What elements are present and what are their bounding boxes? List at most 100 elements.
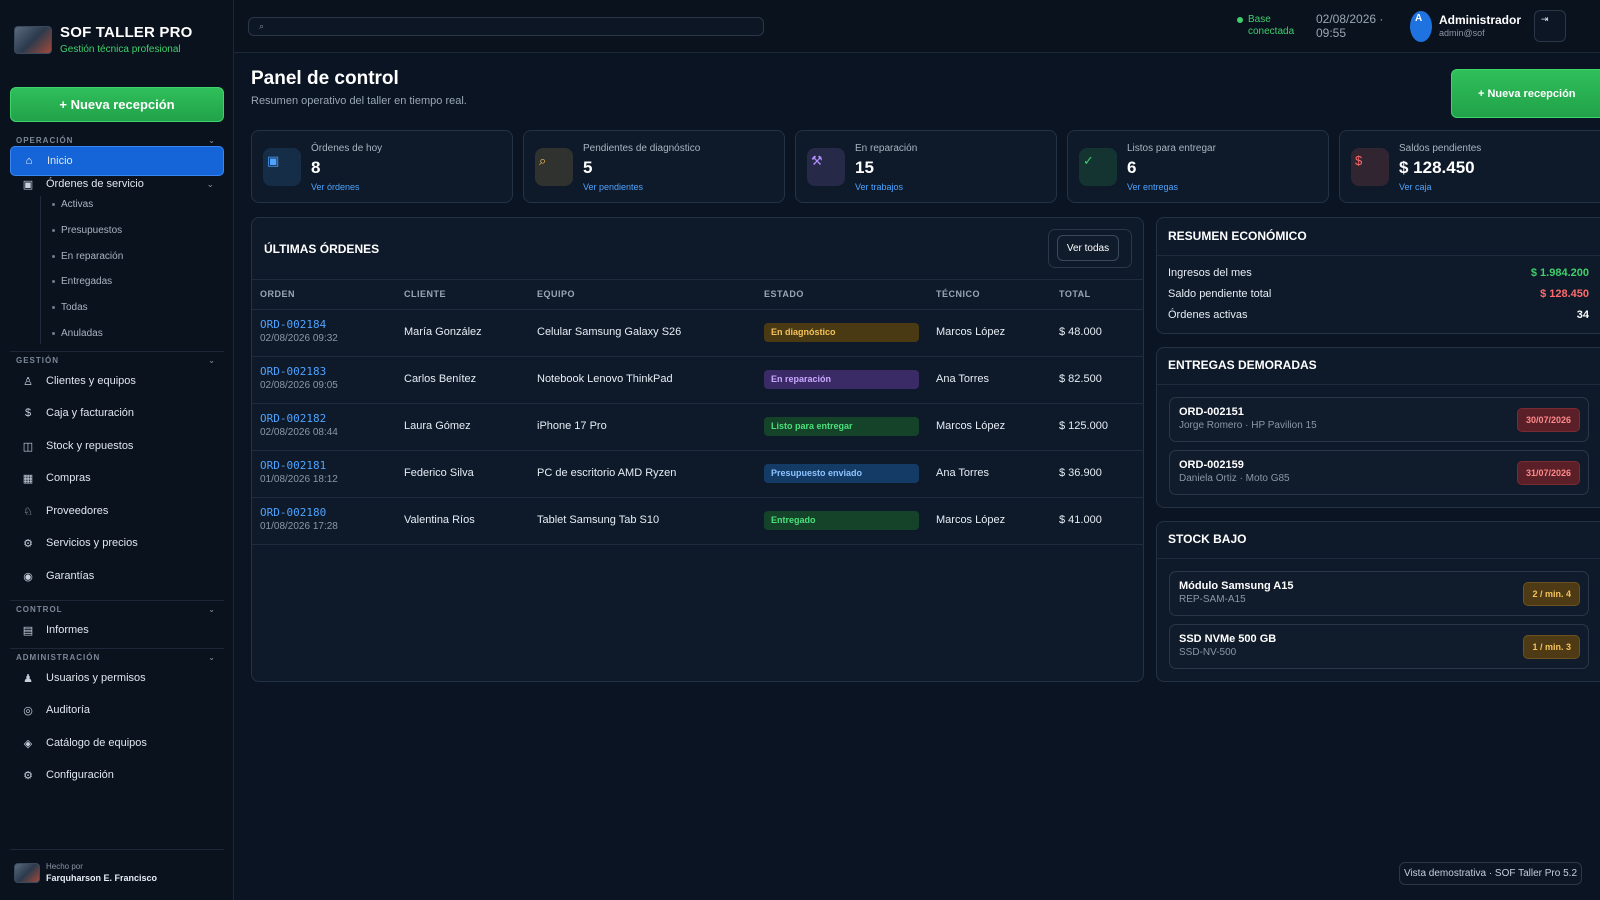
- sidebar-item-configuracion[interactable]: ⚙ Configuración: [10, 760, 224, 790]
- section-label: OPERACIÓN: [16, 136, 74, 145]
- device-cell: PC de escritorio AMD Ryzen: [537, 467, 677, 479]
- sidebar-item-compras[interactable]: ▦ Compras: [10, 463, 224, 493]
- delayed-date-badge: 30/07/2026: [1516, 408, 1580, 432]
- sidebar-item-servicios[interactable]: ⚙ Servicios y precios: [10, 528, 224, 558]
- shield-icon: ◉: [23, 570, 33, 583]
- order-cell[interactable]: ORD-002181 01/08/2026 18:12: [260, 459, 338, 485]
- section-control[interactable]: CONTROL ⌄: [16, 605, 216, 614]
- view-all-button[interactable]: Ver todas: [1057, 235, 1119, 261]
- kpi-label: Órdenes de hoy: [311, 143, 383, 154]
- sidebar-item-garantias[interactable]: ◉ Garantías: [10, 561, 224, 591]
- stock-qty-badge: 1 / min. 3: [1523, 635, 1580, 659]
- delayed-order-desc: Daniela Ortiz · Moto G85: [1179, 473, 1290, 484]
- delayed-date-badge: 31/07/2026: [1516, 461, 1580, 485]
- device-cell: Notebook Lenovo ThinkPad: [537, 373, 673, 385]
- sidebar-item-auditoria[interactable]: ◎ Auditoría: [10, 695, 224, 725]
- section-gestion[interactable]: GESTIÓN ⌄: [16, 356, 216, 365]
- divider: [1157, 558, 1600, 559]
- truck-icon: ♘: [23, 505, 33, 518]
- column-header[interactable]: TOTAL: [1059, 289, 1091, 299]
- order-id[interactable]: ORD-002180: [260, 506, 338, 519]
- kpi-link[interactable]: Ver caja: [1399, 182, 1432, 192]
- chart-icon: ▤: [22, 624, 34, 637]
- submenu-item-anuladas[interactable]: Anuladas: [52, 328, 103, 339]
- sidebar-item-clientes[interactable]: ♙ Clientes y equipos: [10, 366, 224, 396]
- column-header[interactable]: EQUIPO: [537, 289, 575, 299]
- economic-value: $ 1.984.200: [1530, 267, 1589, 279]
- submenu-item-en-reparacion[interactable]: En reparación: [52, 251, 123, 262]
- total-cell: $ 82.500: [1059, 373, 1102, 385]
- search-input[interactable]: ⌕: [248, 17, 764, 36]
- section-administracion[interactable]: ADMINISTRACIÓN ⌄: [16, 653, 216, 662]
- tech-cell: Ana Torres: [936, 467, 989, 479]
- column-header[interactable]: ESTADO: [764, 289, 804, 299]
- delayed-item[interactable]: ORD-002151 Jorge Romero · HP Pavilion 15…: [1169, 397, 1589, 442]
- low-stock-item[interactable]: SSD NVMe 500 GB SSD-NV-500 1 / min. 3: [1169, 624, 1589, 669]
- sidebar-item-usuarios[interactable]: ♟ Usuarios y permisos: [10, 663, 224, 693]
- kpi-value: $ 128.450: [1399, 158, 1475, 177]
- footer-author: Farquharson E. Francisco: [46, 873, 158, 883]
- db-status: Base conectada: [1237, 14, 1300, 38]
- kpi-link[interactable]: Ver entregas: [1127, 182, 1178, 192]
- kpi-card: ⚒ En reparación 15 Ver trabajos: [795, 130, 1057, 203]
- new-reception-button[interactable]: + Nueva recepción: [1451, 69, 1600, 118]
- economic-row: Órdenes activas 34: [1168, 309, 1589, 321]
- economic-row: Saldo pendiente total $ 128.450: [1168, 288, 1589, 300]
- divider: [1157, 255, 1600, 256]
- datetime: 02/08/2026 · 09:55: [1316, 12, 1384, 40]
- search-icon: ⌕: [259, 21, 265, 31]
- row-divider: [252, 356, 1144, 357]
- row-divider: [252, 450, 1144, 451]
- stock-item-name: Módulo Samsung A15: [1179, 580, 1294, 592]
- order-cell[interactable]: ORD-002180 01/08/2026 17:28: [260, 506, 338, 532]
- row-divider: [252, 544, 1144, 545]
- submenu-item-activas[interactable]: Activas: [52, 199, 93, 210]
- sidebar-item-catalogo[interactable]: ◈ Catálogo de equipos: [10, 728, 224, 758]
- order-cell[interactable]: ORD-002183 02/08/2026 09:05: [260, 365, 338, 391]
- client-cell: Carlos Benítez: [404, 373, 477, 385]
- page-title: Panel de control: [251, 68, 399, 89]
- submenu-item-entregadas[interactable]: Entregadas: [52, 276, 112, 287]
- kpi-card: ▣ Órdenes de hoy 8 Ver órdenes: [251, 130, 513, 203]
- kpi-link[interactable]: Ver trabajos: [855, 182, 903, 192]
- sidebar-item-informes[interactable]: ▤ Informes: [10, 615, 224, 645]
- column-header[interactable]: ORDEN: [260, 289, 295, 299]
- submenu-item-todas[interactable]: Todas: [52, 302, 88, 313]
- order-cell[interactable]: ORD-002182 02/08/2026 08:44: [260, 412, 338, 438]
- submenu-item-presupuestos[interactable]: Presupuestos: [52, 225, 122, 236]
- low-stock-item[interactable]: Módulo Samsung A15 REP-SAM-A15 2 / min. …: [1169, 571, 1589, 616]
- economic-label: Órdenes activas: [1168, 309, 1248, 321]
- box-icon: ◫: [22, 440, 34, 453]
- kpi-label: En reparación: [855, 143, 918, 154]
- section-label: ADMINISTRACIÓN: [16, 653, 101, 662]
- sidebar-item-label: Auditoría: [46, 704, 91, 716]
- order-cell[interactable]: ORD-002184 02/08/2026 09:32: [260, 318, 338, 344]
- brand[interactable]: SOF TALLER PRO Gestión técnica profesion…: [14, 24, 193, 55]
- chevron-down-icon: ⌄: [208, 356, 216, 365]
- sidebar-item-label: Garantías: [46, 570, 95, 582]
- order-id[interactable]: ORD-002184: [260, 318, 338, 331]
- column-header[interactable]: TÉCNICO: [936, 289, 980, 299]
- logout-button[interactable]: ⇥: [1534, 10, 1566, 42]
- sidebar-new-reception-button[interactable]: + Nueva recepción: [10, 87, 224, 122]
- sidebar-item-caja[interactable]: $ Caja y facturación: [10, 398, 224, 428]
- order-id[interactable]: ORD-002183: [260, 365, 338, 378]
- order-id[interactable]: ORD-002182: [260, 412, 338, 425]
- kpi-link[interactable]: Ver pendientes: [583, 182, 643, 192]
- section-operacion[interactable]: OPERACIÓN ⌄: [16, 136, 216, 145]
- kpi-link[interactable]: Ver órdenes: [311, 182, 360, 192]
- delayed-item[interactable]: ORD-002159 Daniela Ortiz · Moto G85 31/0…: [1169, 450, 1589, 495]
- divider: [10, 351, 224, 352]
- chevron-down-icon: ⌄: [208, 653, 216, 662]
- order-id[interactable]: ORD-002181: [260, 459, 338, 472]
- delayed-title: ENTREGAS DEMORADAS: [1168, 358, 1317, 372]
- sidebar-item-proveedores[interactable]: ♘ Proveedores: [10, 496, 224, 526]
- footer-credit: Hecho por Farquharson E. Francisco: [14, 862, 157, 883]
- avatar[interactable]: A: [1410, 11, 1432, 42]
- sidebar-item-stock[interactable]: ◫ Stock y repuestos: [10, 431, 224, 461]
- sidebar-item-label: Compras: [46, 472, 91, 484]
- sidebar-item-ordenes[interactable]: ▣ Órdenes de servicio ⌄: [10, 169, 224, 199]
- tools-icon: ⚒: [807, 148, 845, 186]
- user-name[interactable]: Administrador: [1439, 13, 1521, 27]
- column-header[interactable]: CLIENTE: [404, 289, 446, 299]
